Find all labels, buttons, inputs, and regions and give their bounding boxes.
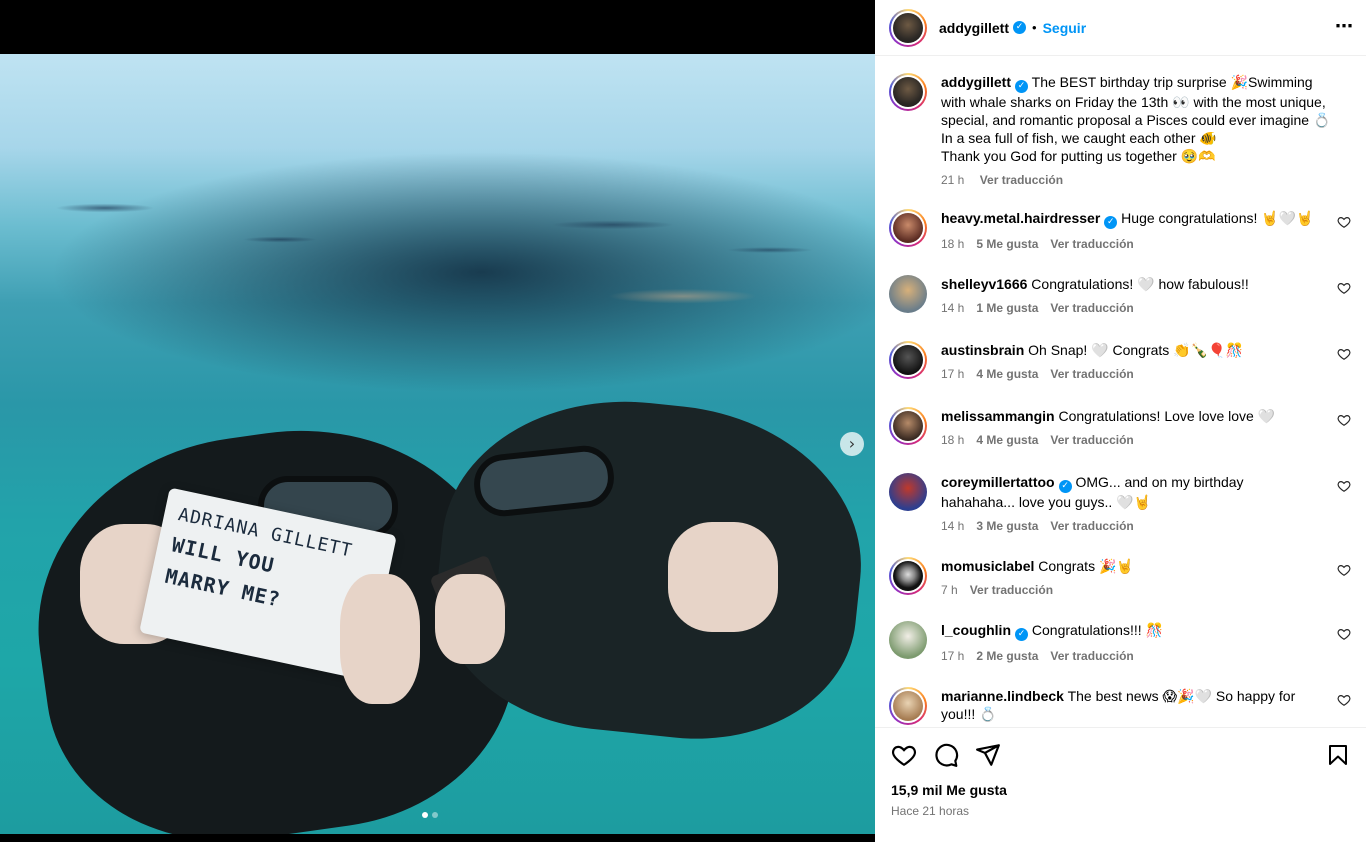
comment-item: heavy.metal.hairdresser ✓ Huge congratula… bbox=[889, 209, 1351, 253]
author-username[interactable]: addygillett bbox=[939, 20, 1009, 36]
caption-time: 21 h bbox=[941, 173, 965, 187]
heart-icon[interactable] bbox=[1337, 215, 1351, 229]
comment-likes[interactable]: 5 Me gusta bbox=[976, 237, 1038, 251]
avatar[interactable] bbox=[889, 341, 927, 379]
hand bbox=[340, 574, 420, 704]
caption-text-2: In a sea full of fish, we caught each ot… bbox=[941, 130, 1217, 146]
comment-time: 14 h bbox=[941, 301, 965, 315]
comment-text: Huge congratulations! 🤘🤍🤘 bbox=[1121, 210, 1314, 226]
comment-time: 7 h bbox=[941, 583, 958, 597]
avatar[interactable] bbox=[889, 621, 927, 659]
post-timestamp: Hace 21 horas bbox=[891, 804, 970, 818]
post-header: addygillett ✓ • Seguir ⋯ bbox=[875, 0, 1366, 56]
comment-likes[interactable]: 4 Me gusta bbox=[976, 433, 1038, 447]
translate-link[interactable]: Ver traducción bbox=[1050, 519, 1133, 533]
avatar[interactable] bbox=[889, 8, 927, 47]
post-photo[interactable]: ADRIANA GILLETT WILL YOU MARRY ME? bbox=[0, 54, 875, 834]
translate-link[interactable]: Ver traducción bbox=[980, 173, 1063, 187]
translate-link[interactable]: Ver traducción bbox=[1050, 649, 1133, 663]
comment-time: 17 h bbox=[941, 649, 965, 663]
likes-count[interactable]: 15,9 mil Me gusta bbox=[891, 782, 1350, 798]
verified-icon: ✓ bbox=[1013, 21, 1027, 34]
hand bbox=[435, 574, 505, 664]
share-icon[interactable] bbox=[975, 742, 1001, 768]
comment-time: 18 h bbox=[941, 237, 965, 251]
heart-icon[interactable] bbox=[1337, 413, 1351, 427]
translate-link[interactable]: Ver traducción bbox=[1050, 301, 1133, 315]
comment-item: momusiclabel Congrats 🎉🤘 7 h Ver traducci… bbox=[889, 557, 1351, 599]
caption-username[interactable]: addygillett bbox=[941, 74, 1011, 90]
heart-icon[interactable] bbox=[1337, 563, 1351, 577]
comment-time: 17 h bbox=[941, 367, 965, 381]
comment-text: Oh Snap! 🤍 Congrats 👏🍾🎈🎊 bbox=[1028, 342, 1243, 358]
comment-item: melissammangin Congratulations! Love lov… bbox=[889, 407, 1351, 449]
water-surface bbox=[0, 124, 875, 334]
caption: addygillett ✓ The BEST birthday trip surp… bbox=[889, 73, 1351, 189]
comment-text: Congratulations!!! 🎊 bbox=[1031, 622, 1163, 638]
comment-likes[interactable]: 2 Me gusta bbox=[976, 649, 1038, 663]
follow-button[interactable]: Seguir bbox=[1043, 20, 1087, 36]
translate-link[interactable]: Ver traducción bbox=[970, 583, 1053, 597]
bookmark-icon[interactable] bbox=[1326, 742, 1350, 768]
carousel-dot-active bbox=[422, 812, 428, 818]
verified-icon: ✓ bbox=[1104, 216, 1118, 229]
translate-link[interactable]: Ver traducción bbox=[1050, 367, 1133, 381]
verified-icon: ✓ bbox=[1015, 80, 1029, 93]
comment-username[interactable]: momusiclabel bbox=[941, 558, 1034, 574]
heart-icon[interactable] bbox=[1337, 281, 1351, 295]
comment-likes[interactable]: 4 Me gusta bbox=[976, 367, 1038, 381]
carousel-dots bbox=[422, 812, 438, 818]
carousel-dot bbox=[432, 812, 438, 818]
comment-icon[interactable] bbox=[933, 742, 959, 768]
comment-username[interactable]: shelleyv1666 bbox=[941, 276, 1027, 292]
heart-icon[interactable] bbox=[1337, 693, 1351, 707]
action-icons bbox=[891, 740, 1350, 770]
thumbs-up-hand bbox=[668, 522, 778, 632]
comment-likes[interactable]: 3 Me gusta bbox=[976, 519, 1038, 533]
avatar[interactable] bbox=[889, 687, 927, 725]
heart-icon[interactable] bbox=[891, 742, 917, 768]
comment-likes[interactable]: 1 Me gusta bbox=[976, 301, 1038, 315]
more-icon[interactable]: ⋯ bbox=[1335, 16, 1354, 37]
post-media: ADRIANA GILLETT WILL YOU MARRY ME? › bbox=[0, 0, 875, 842]
avatar[interactable] bbox=[889, 275, 927, 313]
comment-text: Congratulations! Love love love 🤍 bbox=[1058, 408, 1276, 424]
comment-username[interactable]: melissammangin bbox=[941, 408, 1055, 424]
heart-icon[interactable] bbox=[1337, 627, 1351, 641]
translate-link[interactable]: Ver traducción bbox=[1050, 433, 1133, 447]
comment-username[interactable]: heavy.metal.hairdresser bbox=[941, 210, 1100, 226]
heart-icon[interactable] bbox=[1337, 479, 1351, 493]
comment-username[interactable]: l_coughlin bbox=[941, 622, 1011, 638]
avatar[interactable] bbox=[889, 73, 927, 111]
comments-list[interactable]: addygillett ✓ The BEST birthday trip surp… bbox=[875, 57, 1366, 727]
heart-icon[interactable] bbox=[1337, 347, 1351, 361]
separator: • bbox=[1032, 20, 1037, 35]
avatar[interactable] bbox=[889, 557, 927, 595]
chevron-right-icon[interactable]: › bbox=[840, 432, 864, 456]
caption-text-3: Thank you God for putting us together 🥹🫶 bbox=[941, 148, 1216, 164]
post-actions: 15,9 mil Me gusta Hace 21 horas bbox=[875, 727, 1366, 842]
avatar[interactable] bbox=[889, 209, 927, 247]
comment-item: coreymillertattoo ✓ OMG... and on my birt… bbox=[889, 473, 1351, 535]
comment-item: austinsbrain Oh Snap! 🤍 Congrats 👏🍾🎈🎊 17… bbox=[889, 341, 1351, 383]
comment-time: 14 h bbox=[941, 519, 965, 533]
comment-username[interactable]: coreymillertattoo bbox=[941, 474, 1055, 490]
post-sidebar: addygillett ✓ • Seguir ⋯ addygillett ✓ Th… bbox=[875, 0, 1366, 842]
comment-text: Congratulations! 🤍 how fabulous!! bbox=[1031, 276, 1249, 292]
comment-text: Congrats 🎉🤘 bbox=[1038, 558, 1134, 574]
verified-icon: ✓ bbox=[1015, 628, 1028, 641]
comment-username[interactable]: austinsbrain bbox=[941, 342, 1024, 358]
comment-item: l_coughlin ✓ Congratulations!!! 🎊 17 h 2 M… bbox=[889, 621, 1351, 665]
avatar[interactable] bbox=[889, 407, 927, 445]
verified-icon: ✓ bbox=[1058, 480, 1072, 493]
comment-time: 18 h bbox=[941, 433, 965, 447]
comment-item: shelleyv1666 Congratulations! 🤍 how fabu… bbox=[889, 275, 1351, 317]
translate-link[interactable]: Ver traducción bbox=[1050, 237, 1133, 251]
avatar[interactable] bbox=[889, 473, 927, 511]
comment-item: marianne.lindbeck The best news 😱🎉🤍 So h… bbox=[889, 687, 1351, 725]
comment-username[interactable]: marianne.lindbeck bbox=[941, 688, 1064, 704]
